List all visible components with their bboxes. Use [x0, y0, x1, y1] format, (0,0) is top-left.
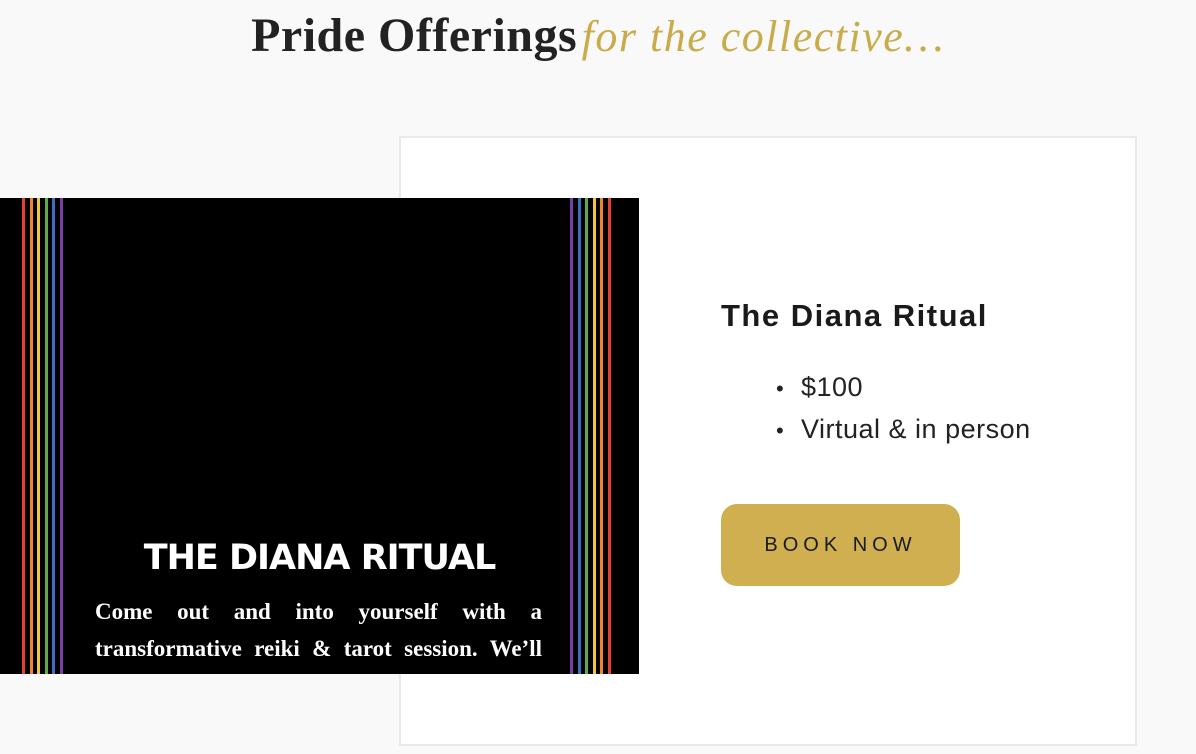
rainbow-stripe [592, 198, 596, 674]
rainbow-stripe [22, 198, 25, 674]
rainbow-stripes-left [22, 198, 66, 674]
banner-title: THE DIANA RITUAL [143, 538, 497, 578]
rainbow-stripe [59, 198, 63, 674]
book-now-button[interactable]: BOOK NOW [721, 504, 960, 586]
offering-title: The Diana Ritual [721, 298, 988, 333]
detail-format: • Virtual & in person [776, 408, 1031, 450]
rainbow-stripe [577, 198, 581, 674]
rainbow-stripe [37, 198, 40, 674]
page-heading: Pride Offerings for the collective… [0, 8, 1196, 63]
rainbow-stripe [585, 198, 588, 674]
offering-banner-image: THE DIANA RITUAL Come out and into yours… [0, 198, 639, 674]
banner-description: Come out and into yourself with a transf… [95, 599, 542, 674]
detail-format-text: Virtual & in person [801, 414, 1031, 444]
rainbow-stripe [44, 198, 48, 674]
rainbow-stripe [29, 198, 33, 674]
rainbow-stripe [52, 198, 55, 674]
bullet-icon: • [776, 418, 785, 443]
detail-price-text: $100 [801, 372, 864, 402]
bullet-icon: • [776, 376, 785, 401]
page-title: Pride Offerings [251, 9, 578, 62]
rainbow-stripes-right [570, 198, 614, 674]
detail-price: • $100 [776, 366, 1031, 408]
offering-details: • $100 • Virtual & in person [776, 366, 1031, 450]
page-subtitle: for the collective… [581, 12, 945, 61]
rainbow-stripe [600, 198, 603, 674]
rainbow-stripe [570, 198, 573, 674]
rainbow-stripe [607, 198, 611, 674]
